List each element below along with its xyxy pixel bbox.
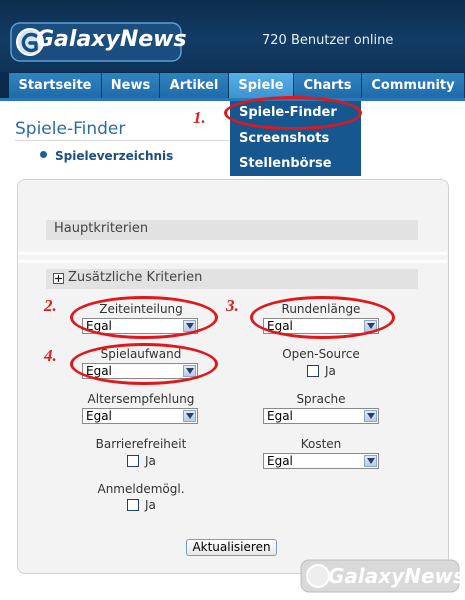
divider-stripe: [18, 260, 447, 263]
nav-news[interactable]: News: [102, 73, 160, 99]
nav-artikel[interactable]: Artikel: [160, 73, 229, 99]
annotation-ellipse-spielaufwand: [70, 343, 218, 385]
annotation-number-4: 4.: [44, 346, 57, 365]
page-title: Spiele-Finder: [15, 119, 126, 139]
users-online-text: 720 Benutzer online: [262, 33, 394, 48]
chevron-down-icon: [364, 455, 377, 467]
kosten-label: Kosten: [300, 437, 342, 451]
section-zusaetzliche-kriterien-label: Zusätzliche Kriterien: [68, 270, 203, 285]
main-navigation: Startseite News Artikel Spiele Charts Co…: [0, 72, 465, 100]
altersempfehlung-select[interactable]: Egal: [82, 408, 198, 424]
watermark-text: GalaxyNews: [328, 564, 465, 588]
anmeldemoeglichkeit-option-label: Ja: [145, 498, 156, 512]
spieleverzeichnis-link[interactable]: Spieleverzeichnis: [55, 149, 173, 163]
annotation-ellipse-zeiteinteilung: [70, 296, 218, 339]
annotation-number-1: 1.: [193, 108, 206, 127]
annotation-ellipse-rundenlaenge: [250, 296, 395, 339]
nav-community[interactable]: Community: [362, 73, 465, 99]
sprache-select[interactable]: Egal: [263, 408, 379, 424]
nav-charts[interactable]: Charts: [294, 73, 362, 99]
chevron-down-icon: [364, 410, 377, 422]
altersempfehlung-label: Altersempfehlung: [87, 392, 195, 406]
barrierefreiheit-option-label: Ja: [145, 454, 156, 468]
section-hauptkriterien-label: Hauptkriterien: [54, 221, 149, 236]
annotation-number-2: 2.: [44, 296, 57, 315]
chevron-down-icon: [183, 410, 196, 422]
menu-item-stellenboerse[interactable]: Stellenbörse: [239, 156, 332, 171]
divider-stripe: [18, 252, 447, 255]
title-divider: [15, 140, 230, 141]
open-source-option-label: Ja: [325, 364, 336, 378]
expand-plus-icon[interactable]: [53, 273, 64, 284]
barrierefreiheit-label: Barrierefreiheit: [95, 437, 187, 451]
logo-text: GalaxyNews: [36, 27, 187, 52]
section-zusaetzliche-kriterien[interactable]: Zusätzliche Kriterien: [46, 269, 418, 289]
menu-item-screenshots[interactable]: Screenshots: [239, 131, 329, 146]
anmeldemoeglichkeit-label: Anmeldemögl.: [97, 482, 185, 496]
kosten-select[interactable]: Egal: [263, 453, 379, 469]
aktualisieren-button[interactable]: Aktualisieren: [186, 539, 277, 556]
section-hauptkriterien[interactable]: Hauptkriterien: [46, 220, 418, 240]
anmeldemoeglichkeit-checkbox[interactable]: [127, 499, 139, 511]
nav-spiele[interactable]: Spiele: [229, 73, 294, 99]
open-source-label: Open-Source: [282, 347, 360, 361]
galaxynews-watermark: GalaxyNews: [300, 556, 465, 596]
sprache-label: Sprache: [296, 392, 346, 406]
barrierefreiheit-checkbox[interactable]: [127, 455, 139, 467]
bullet-icon: [40, 151, 47, 158]
annotation-number-3: 3.: [226, 296, 239, 315]
nav-startseite[interactable]: Startseite: [9, 73, 102, 99]
annotation-ellipse-spiele-finder: [224, 96, 362, 130]
open-source-checkbox[interactable]: [307, 365, 319, 377]
